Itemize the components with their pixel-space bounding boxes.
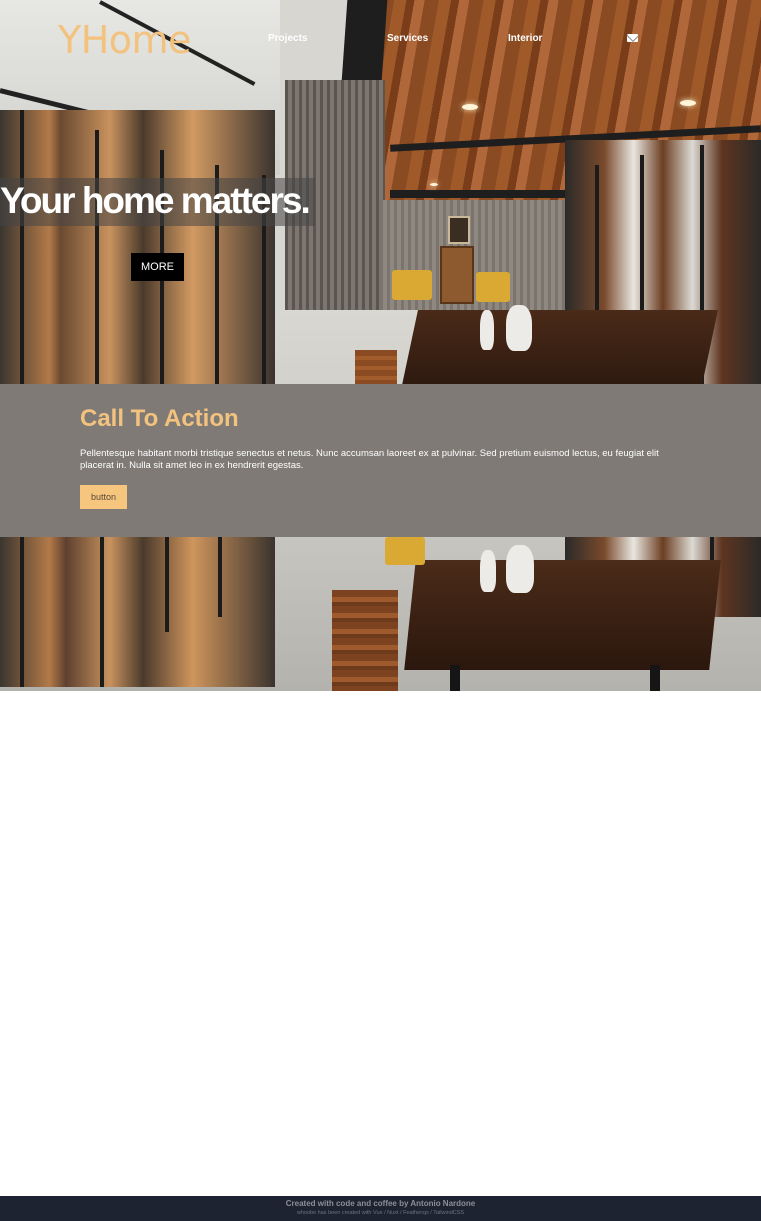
left-windows bbox=[0, 110, 275, 385]
ceiling-light bbox=[430, 183, 438, 186]
bench bbox=[355, 350, 397, 385]
ceiling-light bbox=[680, 100, 696, 106]
window-frame bbox=[100, 537, 104, 687]
dining-table bbox=[402, 310, 718, 385]
nav-projects[interactable]: Projects bbox=[268, 33, 307, 44]
left-windows bbox=[0, 537, 275, 687]
call-to-action-section: Call To Action Pellentesque habitant mor… bbox=[0, 384, 761, 537]
more-button[interactable]: MORE bbox=[131, 253, 184, 281]
top-navigation: YHome Projects Services Interior bbox=[0, 0, 761, 80]
rocking-chair bbox=[392, 270, 432, 300]
logo[interactable]: YHome bbox=[58, 18, 191, 62]
nav-services[interactable]: Services bbox=[387, 33, 428, 44]
cta-title: Call To Action bbox=[80, 405, 239, 432]
footer: Created with code and coffee by Antonio … bbox=[0, 1196, 761, 1221]
window-frame bbox=[95, 130, 99, 385]
sculpture bbox=[480, 550, 496, 592]
rocking-chair bbox=[476, 272, 510, 302]
cabinet bbox=[440, 246, 474, 304]
cta-button[interactable]: button bbox=[80, 485, 127, 509]
window-frame bbox=[165, 537, 169, 632]
vase bbox=[506, 545, 534, 593]
rocking-chair bbox=[385, 537, 425, 565]
dining-table bbox=[404, 560, 721, 670]
cta-text: Pellentesque habitant morbi tristique se… bbox=[80, 448, 659, 471]
sculpture bbox=[480, 310, 494, 350]
wall-picture bbox=[448, 216, 470, 244]
vase bbox=[506, 305, 532, 351]
ceiling-beam bbox=[390, 190, 580, 198]
ceiling-light bbox=[462, 104, 478, 110]
window-frame bbox=[20, 110, 24, 385]
envelope-icon[interactable] bbox=[627, 34, 638, 42]
table-leg bbox=[450, 665, 460, 691]
footer-credit: Created with code and coffee by Antonio … bbox=[285, 1199, 476, 1208]
table-leg bbox=[650, 665, 660, 691]
hero-background-image bbox=[0, 0, 761, 691]
footer-stack: whoobe has been created with Vue / Nuxt … bbox=[296, 1210, 465, 1216]
nav-interior[interactable]: Interior bbox=[508, 33, 542, 44]
hero-title: Your home matters. bbox=[0, 180, 311, 221]
bench bbox=[332, 590, 398, 691]
window-frame bbox=[20, 537, 24, 687]
window-frame bbox=[218, 537, 222, 617]
